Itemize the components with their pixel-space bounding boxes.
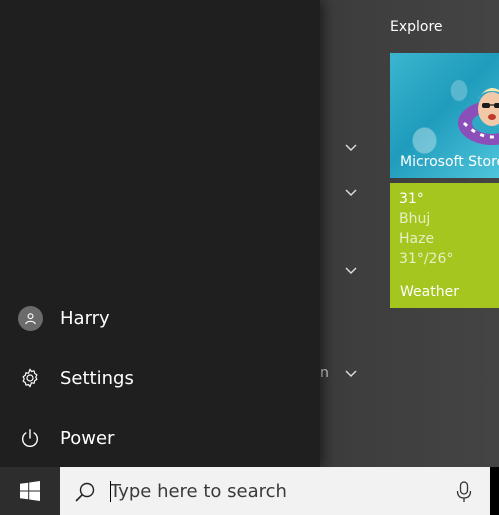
gear-icon	[22, 368, 38, 388]
power-icon	[22, 429, 38, 447]
avatar	[17, 305, 43, 331]
person-icon	[24, 312, 36, 324]
weather-tile-label: Weather	[400, 284, 459, 300]
start-menu: Harry Settings Power n Explore Microsoft…	[0, 0, 499, 467]
start-button[interactable]	[0, 467, 60, 515]
taskbar-search-box[interactable]	[60, 467, 490, 515]
search-icon	[75, 482, 95, 502]
settings-button[interactable]: Settings	[0, 350, 320, 406]
power-icon-container	[0, 427, 60, 449]
app-group-partial-label: n	[320, 365, 329, 381]
weather-city: Bhuj	[399, 211, 431, 227]
settings-label: Settings	[60, 367, 134, 389]
tile-group-title: Explore	[390, 19, 443, 35]
chevron-down-icon[interactable]	[344, 186, 358, 200]
user-name-label: Harry	[60, 307, 110, 329]
user-avatar-container	[0, 305, 60, 331]
chevron-down-icon[interactable]	[344, 141, 358, 155]
user-account-button[interactable]: Harry	[0, 290, 320, 346]
settings-icon-container	[0, 367, 60, 389]
taskbar	[0, 467, 499, 515]
chevron-down-icon[interactable]	[344, 264, 358, 278]
weather-temperature: 31°	[399, 191, 424, 207]
store-tile-label: Microsoft Store	[400, 154, 499, 170]
apps-list: n	[320, 0, 380, 467]
chevron-down-icon[interactable]	[344, 367, 358, 381]
tiles-area: Explore Microsoft Store 31° Bhuj Haze 31…	[380, 0, 499, 467]
power-button[interactable]: Power	[0, 410, 320, 466]
text-cursor	[110, 481, 111, 502]
store-promo-image	[458, 88, 499, 145]
microsoft-store-tile[interactable]: Microsoft Store	[390, 53, 499, 178]
search-input[interactable]	[110, 479, 440, 503]
weather-temperature-range: 31°/26°	[399, 251, 454, 267]
start-menu-rail: Harry Settings Power	[0, 0, 320, 467]
microphone-icon[interactable]	[456, 481, 472, 503]
windows-logo-icon	[20, 481, 40, 501]
weather-tile[interactable]: 31° Bhuj Haze 31°/26° Weather	[390, 183, 499, 308]
taskbar-right-area	[490, 467, 499, 515]
power-label: Power	[60, 427, 115, 449]
weather-condition: Haze	[399, 231, 435, 247]
